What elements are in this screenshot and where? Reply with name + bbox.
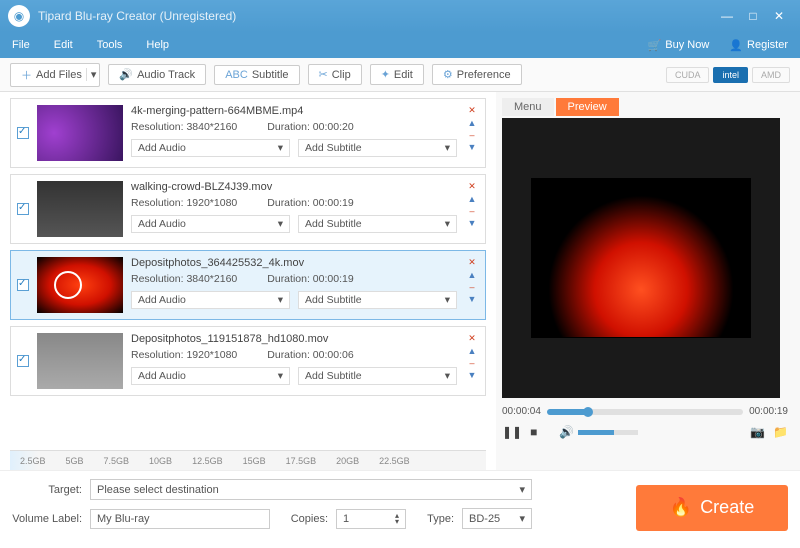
scissors-icon: ✂: [319, 68, 328, 81]
right-panel: Menu Preview 00:00:04 00:00:19 ❚❚ ■ 🔊 📷: [496, 92, 800, 470]
seek-bar[interactable]: [547, 409, 743, 415]
create-button[interactable]: 🔥 Create: [636, 485, 788, 531]
left-panel: 4k-merging-pattern-664MBME.mp4 Resolutio…: [0, 92, 496, 470]
menu-file[interactable]: File: [12, 39, 30, 51]
move-down-icon[interactable]: ▼: [468, 218, 477, 228]
preference-button[interactable]: ⚙Preference: [432, 64, 522, 85]
add-audio-dropdown[interactable]: Add Audio▾: [131, 215, 290, 233]
file-checkbox[interactable]: [17, 279, 29, 291]
copies-label: Copies:: [278, 513, 328, 525]
volume-icon[interactable]: 🔊: [559, 425, 574, 439]
file-item[interactable]: Depositphotos_119151878_hd1080.mov Resol…: [10, 326, 486, 396]
move-up-icon[interactable]: ▲: [468, 270, 477, 280]
type-select[interactable]: BD-25▾: [462, 508, 532, 529]
gpu-badge-cuda: CUDA: [666, 67, 710, 83]
menu-help[interactable]: Help: [146, 39, 169, 51]
add-files-button[interactable]: ＋Add Files▾: [10, 63, 100, 87]
size-ruler: 2.5GB5GB7.5GB10GB12.5GB15GB17.5GB20GB22.…: [10, 450, 486, 470]
add-audio-dropdown[interactable]: Add Audio▾: [131, 367, 290, 385]
gpu-badge-amd: AMD: [752, 67, 790, 83]
file-name: Depositphotos_119151878_hd1080.mov: [131, 333, 457, 345]
file-checkbox[interactable]: [17, 355, 29, 367]
volume-label-input[interactable]: My Blu-ray: [90, 509, 270, 529]
current-time: 00:00:04: [502, 406, 541, 417]
maximize-button[interactable]: □: [740, 6, 766, 26]
menu-tools[interactable]: Tools: [97, 39, 123, 51]
file-thumbnail: [37, 105, 123, 161]
plus-icon: ＋: [21, 67, 32, 83]
remove-icon[interactable]: ✕: [468, 181, 476, 192]
move-down-icon[interactable]: ▼: [468, 294, 477, 304]
flame-icon: 🔥: [670, 497, 692, 518]
snapshot-button[interactable]: 📷: [750, 425, 765, 439]
volume-slider[interactable]: [578, 430, 638, 435]
preview-image: [531, 178, 751, 338]
tab-menu[interactable]: Menu: [502, 98, 554, 116]
file-item[interactable]: walking-crowd-BLZ4J39.mov Resolution: 19…: [10, 174, 486, 244]
close-button[interactable]: ✕: [766, 6, 792, 26]
preview-box: [502, 118, 780, 398]
speaker-icon: 🔊: [119, 68, 133, 81]
add-audio-dropdown[interactable]: Add Audio▾: [131, 139, 290, 157]
subtitle-icon: ABC: [225, 69, 248, 81]
add-subtitle-dropdown[interactable]: Add Subtitle▾: [298, 139, 457, 157]
file-thumbnail: [37, 333, 123, 389]
target-select[interactable]: Please select destination▾: [90, 479, 532, 500]
add-subtitle-dropdown[interactable]: Add Subtitle▾: [298, 291, 457, 309]
move-up-icon[interactable]: ▲: [468, 194, 477, 204]
add-audio-dropdown[interactable]: Add Audio▾: [131, 291, 290, 309]
stop-button[interactable]: ■: [530, 425, 537, 439]
app-logo-icon: ◉: [8, 5, 30, 27]
menu-edit[interactable]: Edit: [54, 39, 73, 51]
file-checkbox[interactable]: [17, 203, 29, 215]
remove-icon[interactable]: ✕: [468, 105, 476, 116]
gear-icon: ⚙: [443, 68, 453, 81]
copies-stepper[interactable]: 1▴▾: [336, 509, 406, 529]
file-list: 4k-merging-pattern-664MBME.mp4 Resolutio…: [10, 98, 486, 450]
clip-button[interactable]: ✂Clip: [308, 64, 362, 85]
type-label: Type:: [414, 513, 454, 525]
edit-button[interactable]: ✦Edit: [370, 64, 424, 85]
file-checkbox[interactable]: [17, 127, 29, 139]
app-title: Tipard Blu-ray Creator (Unregistered): [38, 9, 714, 23]
move-up-icon[interactable]: ▲: [468, 118, 477, 128]
bottom-bar: Target: Please select destination▾ Volum…: [0, 470, 800, 544]
menubar: File Edit Tools Help 🛒 Buy Now 👤 Registe…: [0, 32, 800, 58]
toolbar: ＋Add Files▾ 🔊Audio Track ABCSubtitle ✂Cl…: [0, 58, 800, 92]
buy-now-link[interactable]: 🛒 Buy Now: [648, 39, 710, 52]
titlebar: ◉ Tipard Blu-ray Creator (Unregistered) …: [0, 0, 800, 32]
remove-icon[interactable]: ✕: [468, 257, 476, 268]
add-subtitle-dropdown[interactable]: Add Subtitle▾: [298, 215, 457, 233]
file-item[interactable]: 4k-merging-pattern-664MBME.mp4 Resolutio…: [10, 98, 486, 168]
total-time: 00:00:19: [749, 406, 788, 417]
file-name: walking-crowd-BLZ4J39.mov: [131, 181, 457, 193]
folder-button[interactable]: 📁: [773, 425, 788, 439]
remove-icon[interactable]: ✕: [468, 333, 476, 344]
move-down-icon[interactable]: ▼: [468, 370, 477, 380]
file-thumbnail: [37, 181, 123, 237]
register-link[interactable]: 👤 Register: [729, 39, 788, 52]
audio-track-button[interactable]: 🔊Audio Track: [108, 64, 206, 85]
target-label: Target:: [12, 484, 82, 496]
file-name: 4k-merging-pattern-664MBME.mp4: [131, 105, 457, 117]
pause-button[interactable]: ❚❚: [502, 425, 522, 439]
edit-icon: ✦: [381, 68, 390, 81]
minimize-button[interactable]: —: [714, 6, 740, 26]
add-subtitle-dropdown[interactable]: Add Subtitle▾: [298, 367, 457, 385]
gpu-badge-intel: intel: [713, 67, 748, 83]
file-item[interactable]: Depositphotos_364425532_4k.mov Resolutio…: [10, 250, 486, 320]
volume-label-label: Volume Label:: [12, 513, 82, 525]
move-up-icon[interactable]: ▲: [468, 346, 477, 356]
file-thumbnail: [37, 257, 123, 313]
move-down-icon[interactable]: ▼: [468, 142, 477, 152]
subtitle-button[interactable]: ABCSubtitle: [214, 65, 299, 85]
tab-preview[interactable]: Preview: [556, 98, 619, 116]
file-name: Depositphotos_364425532_4k.mov: [131, 257, 457, 269]
